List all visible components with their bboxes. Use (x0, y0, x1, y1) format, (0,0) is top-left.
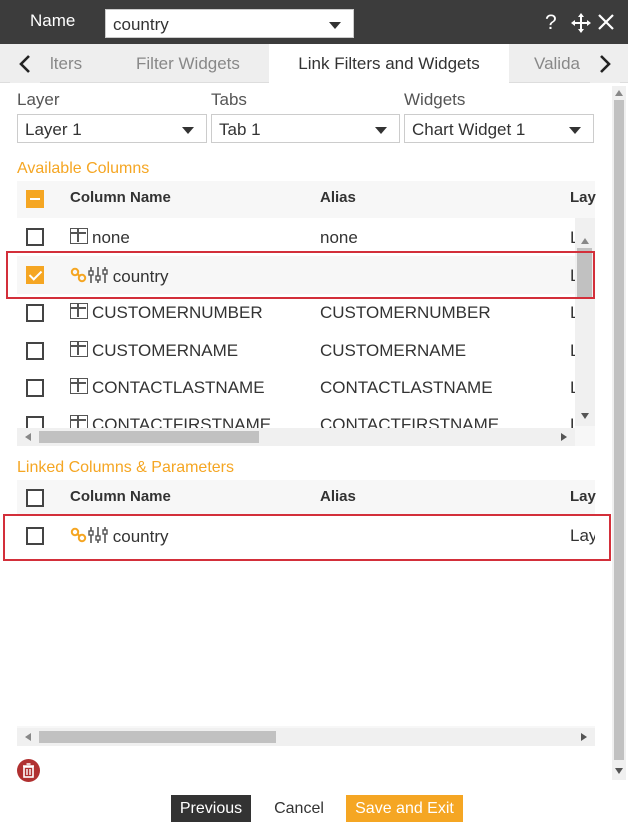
highlight-box (6, 251, 595, 299)
scroll-right-arrow-icon[interactable] (561, 433, 567, 441)
highlight-box (3, 514, 611, 561)
scroll-down-arrow-icon[interactable] (615, 768, 623, 774)
linked-alias-header: Alias (320, 488, 356, 505)
row-checkbox[interactable] (26, 228, 44, 246)
select-all-linked-checkbox[interactable] (26, 489, 44, 507)
alias-cell: CONTACTLASTNAME (320, 378, 493, 397)
row-checkbox[interactable] (26, 379, 44, 397)
linked-columns-title: Linked Columns & Parameters (17, 459, 234, 476)
chevron-down-icon (569, 127, 581, 134)
table-row[interactable]: CUSTOMERNAME CUSTOMERNAME L (17, 332, 575, 370)
linked-horizontal-scrollbar[interactable] (17, 728, 595, 746)
alias-cell: CUSTOMERNAME (320, 341, 467, 360)
name-value: country (113, 15, 169, 34)
scroll-down-arrow-icon[interactable] (581, 413, 589, 419)
tab-strip: lters Filter Widgets Link Filters and Wi… (0, 44, 628, 83)
name-select[interactable]: country (105, 9, 354, 38)
title-bar: Name country ? (0, 0, 628, 44)
scroll-left-arrow-icon[interactable] (25, 733, 31, 741)
layer-label: Layer (17, 90, 60, 109)
scroll-up-arrow-icon[interactable] (615, 90, 623, 96)
widgets-select[interactable]: Chart Widget 1 (404, 114, 594, 143)
layer-select-value: Layer 1 (25, 120, 82, 139)
column-icon (70, 228, 88, 244)
move-icon[interactable] (570, 12, 592, 39)
table-row[interactable]: CUSTOMERNUMBER CUSTOMERNUMBER L (17, 294, 575, 332)
column-name-cell: CONTACTLASTNAME (92, 378, 265, 397)
tab-filter-widgets[interactable]: Filter Widgets (136, 44, 266, 83)
tabs-label: Tabs (211, 90, 247, 109)
question-icon[interactable]: ? (545, 11, 557, 35)
alias-cell: CUSTOMERNUMBER (320, 303, 491, 322)
table-row[interactable]: CONTACTFIRSTNAME CONTACTFIRSTNAME L (17, 408, 575, 430)
widgets-select-value: Chart Widget 1 (412, 120, 526, 139)
trash-icon[interactable] (17, 759, 40, 782)
save-and-exit-button[interactable]: Save and Exit (346, 795, 463, 822)
column-icon (70, 378, 88, 394)
alias-cell: none (320, 228, 358, 247)
available-rows-area: none none L country L CUSTOMERNUMBER CUS… (17, 218, 575, 430)
tabs-select-value: Tab 1 (219, 120, 261, 139)
previous-button[interactable]: Previous (171, 795, 251, 822)
column-name-cell: none (92, 228, 130, 247)
available-columns-title: Available Columns (17, 160, 150, 177)
scroll-up-arrow-icon[interactable] (581, 238, 589, 244)
table-row[interactable]: CONTACTLASTNAME CONTACTLASTNAME L (17, 370, 575, 408)
linked-layer-header: Lay (570, 488, 596, 505)
name-label: Name (30, 11, 76, 30)
layer-select[interactable]: Layer 1 (17, 114, 207, 143)
chevron-down-icon (375, 127, 387, 134)
tab-filters[interactable]: lters (50, 44, 110, 83)
column-name-cell: CUSTOMERNUMBER (92, 303, 263, 322)
column-name-header: Column Name (70, 189, 171, 206)
row-checkbox[interactable] (26, 342, 44, 360)
available-hscroll-thumb[interactable] (39, 431, 259, 443)
column-icon (70, 341, 88, 357)
column-icon (70, 303, 88, 319)
chevron-down-icon (329, 22, 341, 29)
chevron-down-icon (182, 127, 194, 134)
available-vertical-scrollbar[interactable] (575, 218, 595, 426)
available-horizontal-scrollbar[interactable] (17, 428, 575, 446)
scroll-left-arrow-icon[interactable] (25, 433, 31, 441)
layer-header: Lay (570, 189, 596, 206)
scroll-right-arrow-icon[interactable] (581, 733, 587, 741)
tab-scroll-right-chevron-icon[interactable] (590, 44, 620, 83)
tab-link-filters-and-widgets[interactable]: Link Filters and Widgets (269, 44, 509, 83)
cancel-button[interactable]: Cancel (259, 795, 339, 822)
linked-column-name-header: Column Name (70, 488, 171, 505)
main-vertical-scrollbar[interactable] (612, 86, 626, 780)
alias-header: Alias (320, 189, 356, 206)
row-checkbox[interactable] (26, 304, 44, 322)
tab-scroll-left-chevron-icon[interactable] (10, 44, 40, 83)
widgets-label: Widgets (404, 90, 466, 109)
tabs-select[interactable]: Tab 1 (211, 114, 400, 143)
close-icon[interactable] (597, 12, 615, 37)
tab-validation[interactable]: Valida (534, 44, 590, 83)
column-name-cell: CUSTOMERNAME (92, 341, 239, 360)
select-all-available-checkbox[interactable] (26, 190, 44, 208)
main-scroll-thumb[interactable] (614, 100, 624, 760)
linked-hscroll-thumb[interactable] (39, 731, 276, 743)
